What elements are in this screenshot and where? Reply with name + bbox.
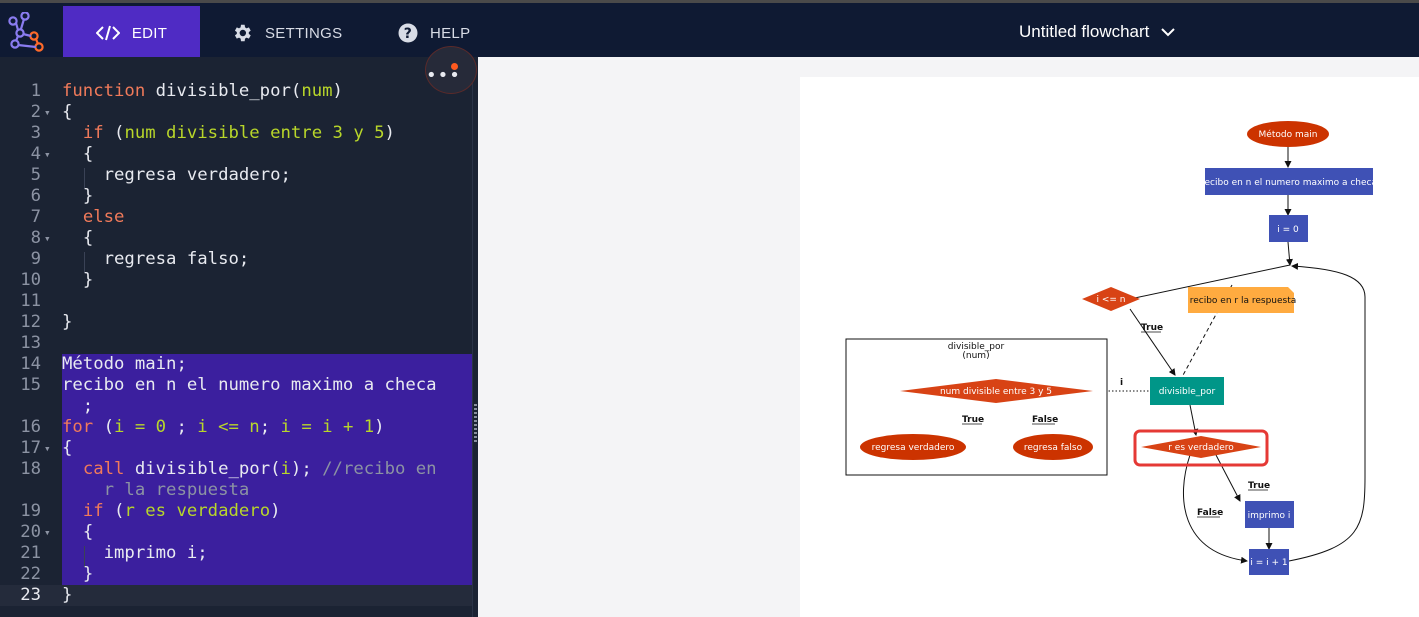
edge-label-loop-true: True [1141,323,1163,333]
code-line-wrap: r la respuesta [103,480,250,500]
svg-text:Método main: Método main [1259,129,1318,140]
code-editor[interactable]: 1 function divisible_por(num) 2 ▾{ 3 if (n… [0,57,478,617]
code-line: 2 ▾{ [30,102,73,123]
code-line: 4 ▾ { [30,144,94,165]
code-line: 18 call divisible_por(i); //recibo en [20,459,437,479]
code-line: 9 regresa falso; [30,249,250,269]
code-line: 8 ▾ { [30,228,94,249]
svg-text:i = 0: i = 0 [1277,225,1299,235]
node-main: Método main [1247,121,1329,147]
svg-text:regresa falso: regresa falso [1024,443,1083,453]
svg-text:?: ? [404,26,412,42]
code-line: 12} [20,312,73,332]
fold-toggle-icon[interactable]: ▾ [44,102,56,123]
node-call: divisible_por [1150,377,1224,405]
top-bar: EDIT SETTINGS ? HELP Untitled flowchart [0,0,1419,60]
code-line: 17 ▾{ [20,438,73,459]
node-cond-r-highlighted: r es verdadero [1133,429,1269,467]
flowchart-paper: divisible_por (num) Método main recibo e… [800,77,1419,617]
code-line: 7 else [30,207,125,227]
code-line-active: 23} [0,585,472,606]
code-line-wrap: ; [62,396,94,416]
edge-label-sub-true: True [962,415,984,425]
app-logo-icon[interactable] [6,12,50,54]
edge-label-r-true: True [1248,481,1270,491]
svg-text:divisible_por: divisible_por [1159,387,1216,397]
svg-text:r es verdadero: r es verdadero [1168,443,1234,453]
tab-edit[interactable]: EDIT [63,6,200,60]
node-cond-loop: i <= n [1082,287,1140,311]
document-title: Untitled flowchart [1019,22,1150,41]
code-line: 16 for (i = 0 ; i <= n; i = i + 1) [20,417,385,437]
flowchart-diagram: divisible_por (num) Método main recibo e… [845,121,1377,575]
more-options-button[interactable]: ••• [425,46,477,94]
code-line: 22 } [20,564,94,584]
svg-text:num divisible entre 3 y 5: num divisible entre 3 y 5 [940,387,1052,397]
code-line: 19 if (r es verdadero) [20,501,281,521]
subprogram-param: (num) [962,351,989,361]
node-incr: i = i + 1 [1249,549,1289,575]
svg-text:regresa verdadero: regresa verdadero [872,443,955,453]
node-comment: recibo en r la respuesta [1188,287,1296,313]
code-line: 14 Método main; [20,354,187,374]
code-line: 15 recibo en n el numero maximo a checa [20,375,437,395]
code-line: 1 function divisible_por(num) [30,81,343,101]
chevron-down-icon [1161,22,1176,42]
svg-text:recibo en r la respuesta: recibo en r la respuesta [1190,296,1297,306]
code-line: 21 imprimo i; [20,543,208,563]
tab-settings[interactable]: SETTINGS [231,6,342,60]
fold-toggle-icon[interactable]: ▾ [44,228,56,249]
fold-toggle-icon[interactable]: ▾ [44,144,56,165]
code-line: 11 [20,291,41,311]
node-sub-true: regresa verdadero [860,434,966,460]
tab-help-label: HELP [430,24,471,42]
node-print: imprimo i [1245,501,1294,528]
code-line: 20 ▾ { [20,522,94,543]
code-line: 3 if (num divisible entre 3 y 5) [30,123,395,143]
edge-label-call-arg: i [1120,378,1123,388]
code-line: 13 [20,333,41,353]
grip-icon [474,404,477,444]
node-init-i: i = 0 [1269,215,1308,242]
svg-text:recibo en n el numero maximo a: recibo en n el numero maximo a checa [1201,178,1377,188]
gear-icon [231,22,253,44]
flowchart-canvas[interactable]: divisible_por (num) Método main recibo e… [478,57,1419,617]
node-read-n: recibo en n el numero maximo a checa [1201,168,1377,195]
edge-label-r-false: False [1197,508,1223,518]
help-icon: ? [398,23,418,43]
tab-settings-label: SETTINGS [265,24,343,42]
svg-text:imprimo i: imprimo i [1248,511,1291,521]
code-line: 10 } [20,270,94,290]
svg-text:i <= n: i <= n [1096,295,1125,305]
node-sub-false: regresa falso [1013,434,1093,460]
document-title-dropdown[interactable]: Untitled flowchart [1019,22,1176,42]
edge-label-sub-false: False [1032,415,1058,425]
code-line: 5 regresa verdadero; [30,165,291,185]
svg-text:i = i + 1: i = i + 1 [1250,558,1287,568]
code-line: 6 } [30,186,94,206]
tab-edit-label: EDIT [131,24,168,42]
fold-toggle-icon[interactable]: ▾ [44,438,56,459]
notification-dot [451,63,458,70]
code-icon [95,25,120,41]
fold-toggle-icon[interactable]: ▾ [44,522,56,543]
